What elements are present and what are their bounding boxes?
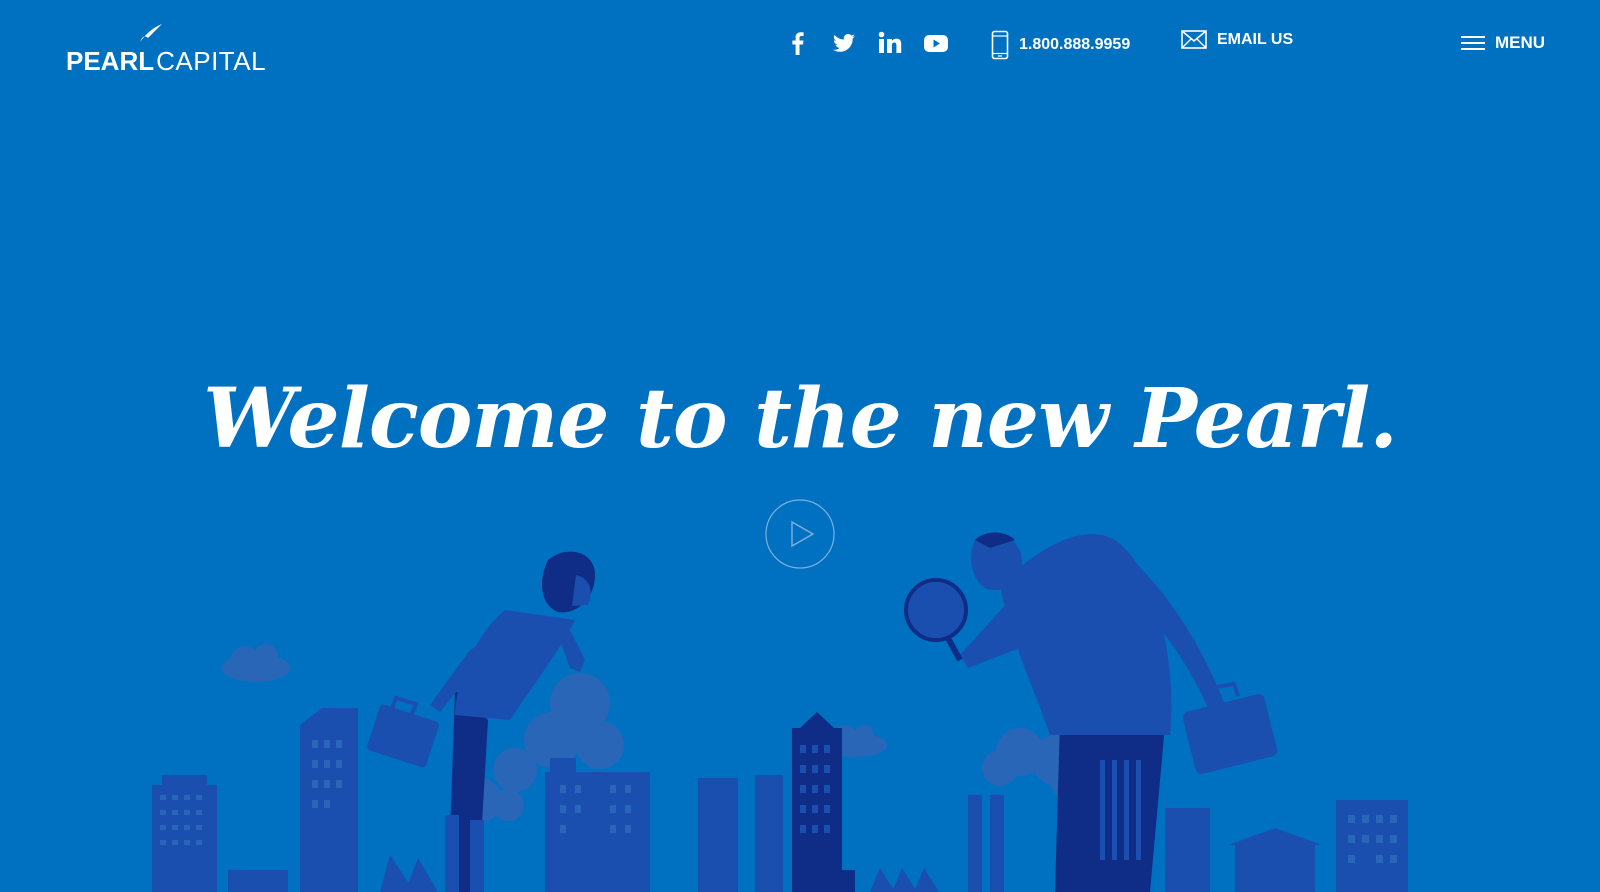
linkedin-icon[interactable] bbox=[877, 30, 903, 56]
email-us-link[interactable]: EMAIL US bbox=[1181, 30, 1293, 49]
mobile-phone-icon bbox=[991, 30, 1009, 60]
menu-button[interactable]: MENU bbox=[1461, 33, 1545, 53]
play-video-button[interactable] bbox=[765, 499, 835, 569]
social-links bbox=[785, 30, 949, 56]
building-windows bbox=[160, 740, 1397, 863]
hamburger-icon bbox=[1461, 36, 1485, 50]
dark-buildings bbox=[792, 712, 1148, 892]
envelope-icon bbox=[1181, 30, 1207, 49]
logo-name-light: CAPITAL bbox=[156, 46, 267, 76]
play-icon bbox=[791, 520, 815, 548]
youtube-icon[interactable] bbox=[923, 30, 949, 56]
phone-number: 1.800.888.9959 bbox=[1019, 36, 1131, 53]
logo-name-bold: PEARL bbox=[66, 46, 155, 76]
pearl-capital-logo[interactable]: PEARL CAPITAL bbox=[66, 24, 266, 74]
logo-bird-icon bbox=[140, 24, 162, 42]
man-figure bbox=[904, 532, 1278, 892]
facebook-icon[interactable] bbox=[785, 30, 811, 56]
phone-link[interactable]: 1.800.888.9959 bbox=[991, 30, 1130, 60]
email-us-label: EMAIL US bbox=[1217, 30, 1294, 48]
clouds bbox=[222, 644, 1113, 822]
menu-label: MENU bbox=[1495, 33, 1546, 52]
woman-figure bbox=[367, 551, 595, 892]
twitter-icon[interactable] bbox=[831, 30, 857, 56]
dark-building-windows bbox=[800, 745, 1141, 860]
hero-headline: Welcome to the new Pearl. bbox=[203, 371, 1398, 467]
buildings bbox=[152, 708, 1408, 892]
page: PEARL CAPITAL 1.800.888.9959 EMAIL US ME… bbox=[0, 0, 1600, 892]
